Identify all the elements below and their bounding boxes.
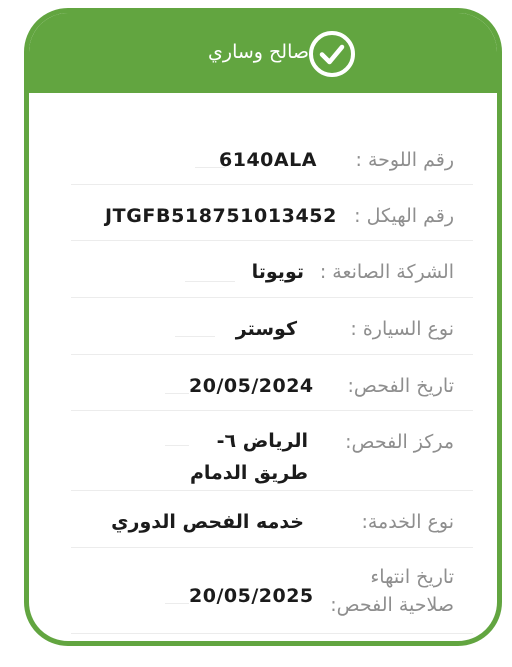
field-label-manufacturer: الشركة الصانعة : <box>319 261 454 283</box>
header-title: صالح وساري <box>208 41 309 63</box>
field-label-vehicle-type: نوع السيارة : <box>350 318 454 340</box>
divider <box>71 184 473 185</box>
field-value-inspection-date: 20/05/2024 <box>189 375 314 397</box>
card-header: صالح وساري <box>29 13 497 93</box>
divider <box>71 410 473 411</box>
divider <box>71 490 473 491</box>
field-value-vehicle-type: كوستر <box>235 318 297 340</box>
field-value-inspection-center: الرياض ٦- طريق الدمام <box>189 430 308 484</box>
divider <box>71 240 473 241</box>
field-label-plate-number: رقم اللوحة : <box>355 149 455 171</box>
vehicle-inspection-card: صالح وساري رقم اللوحة : 6140ALA رقم الهي… <box>24 8 502 646</box>
check-circle-icon <box>309 31 355 77</box>
field-value-manufacturer: تويوتا <box>251 261 304 283</box>
field-label-inspection-expiry: تاريخ انتهاء صلاحية الفحص: <box>330 566 454 616</box>
field-value-plate-number: 6140ALA <box>219 149 317 171</box>
field-value-inspection-expiry: 20/05/2025 <box>189 585 314 607</box>
divider <box>71 547 473 548</box>
field-label-service-type: نوع الخدمة: <box>361 511 454 533</box>
field-value-chassis-number: JTGFB518751013452 <box>105 205 337 227</box>
field-label-inspection-date: تاريخ الفحص: <box>347 375 454 397</box>
divider <box>71 633 473 634</box>
divider <box>71 297 473 298</box>
field-value-service-type: خدمه الفحص الدوري <box>111 511 304 533</box>
divider <box>71 354 473 355</box>
field-label-inspection-center: مركز الفحص: <box>345 431 454 453</box>
